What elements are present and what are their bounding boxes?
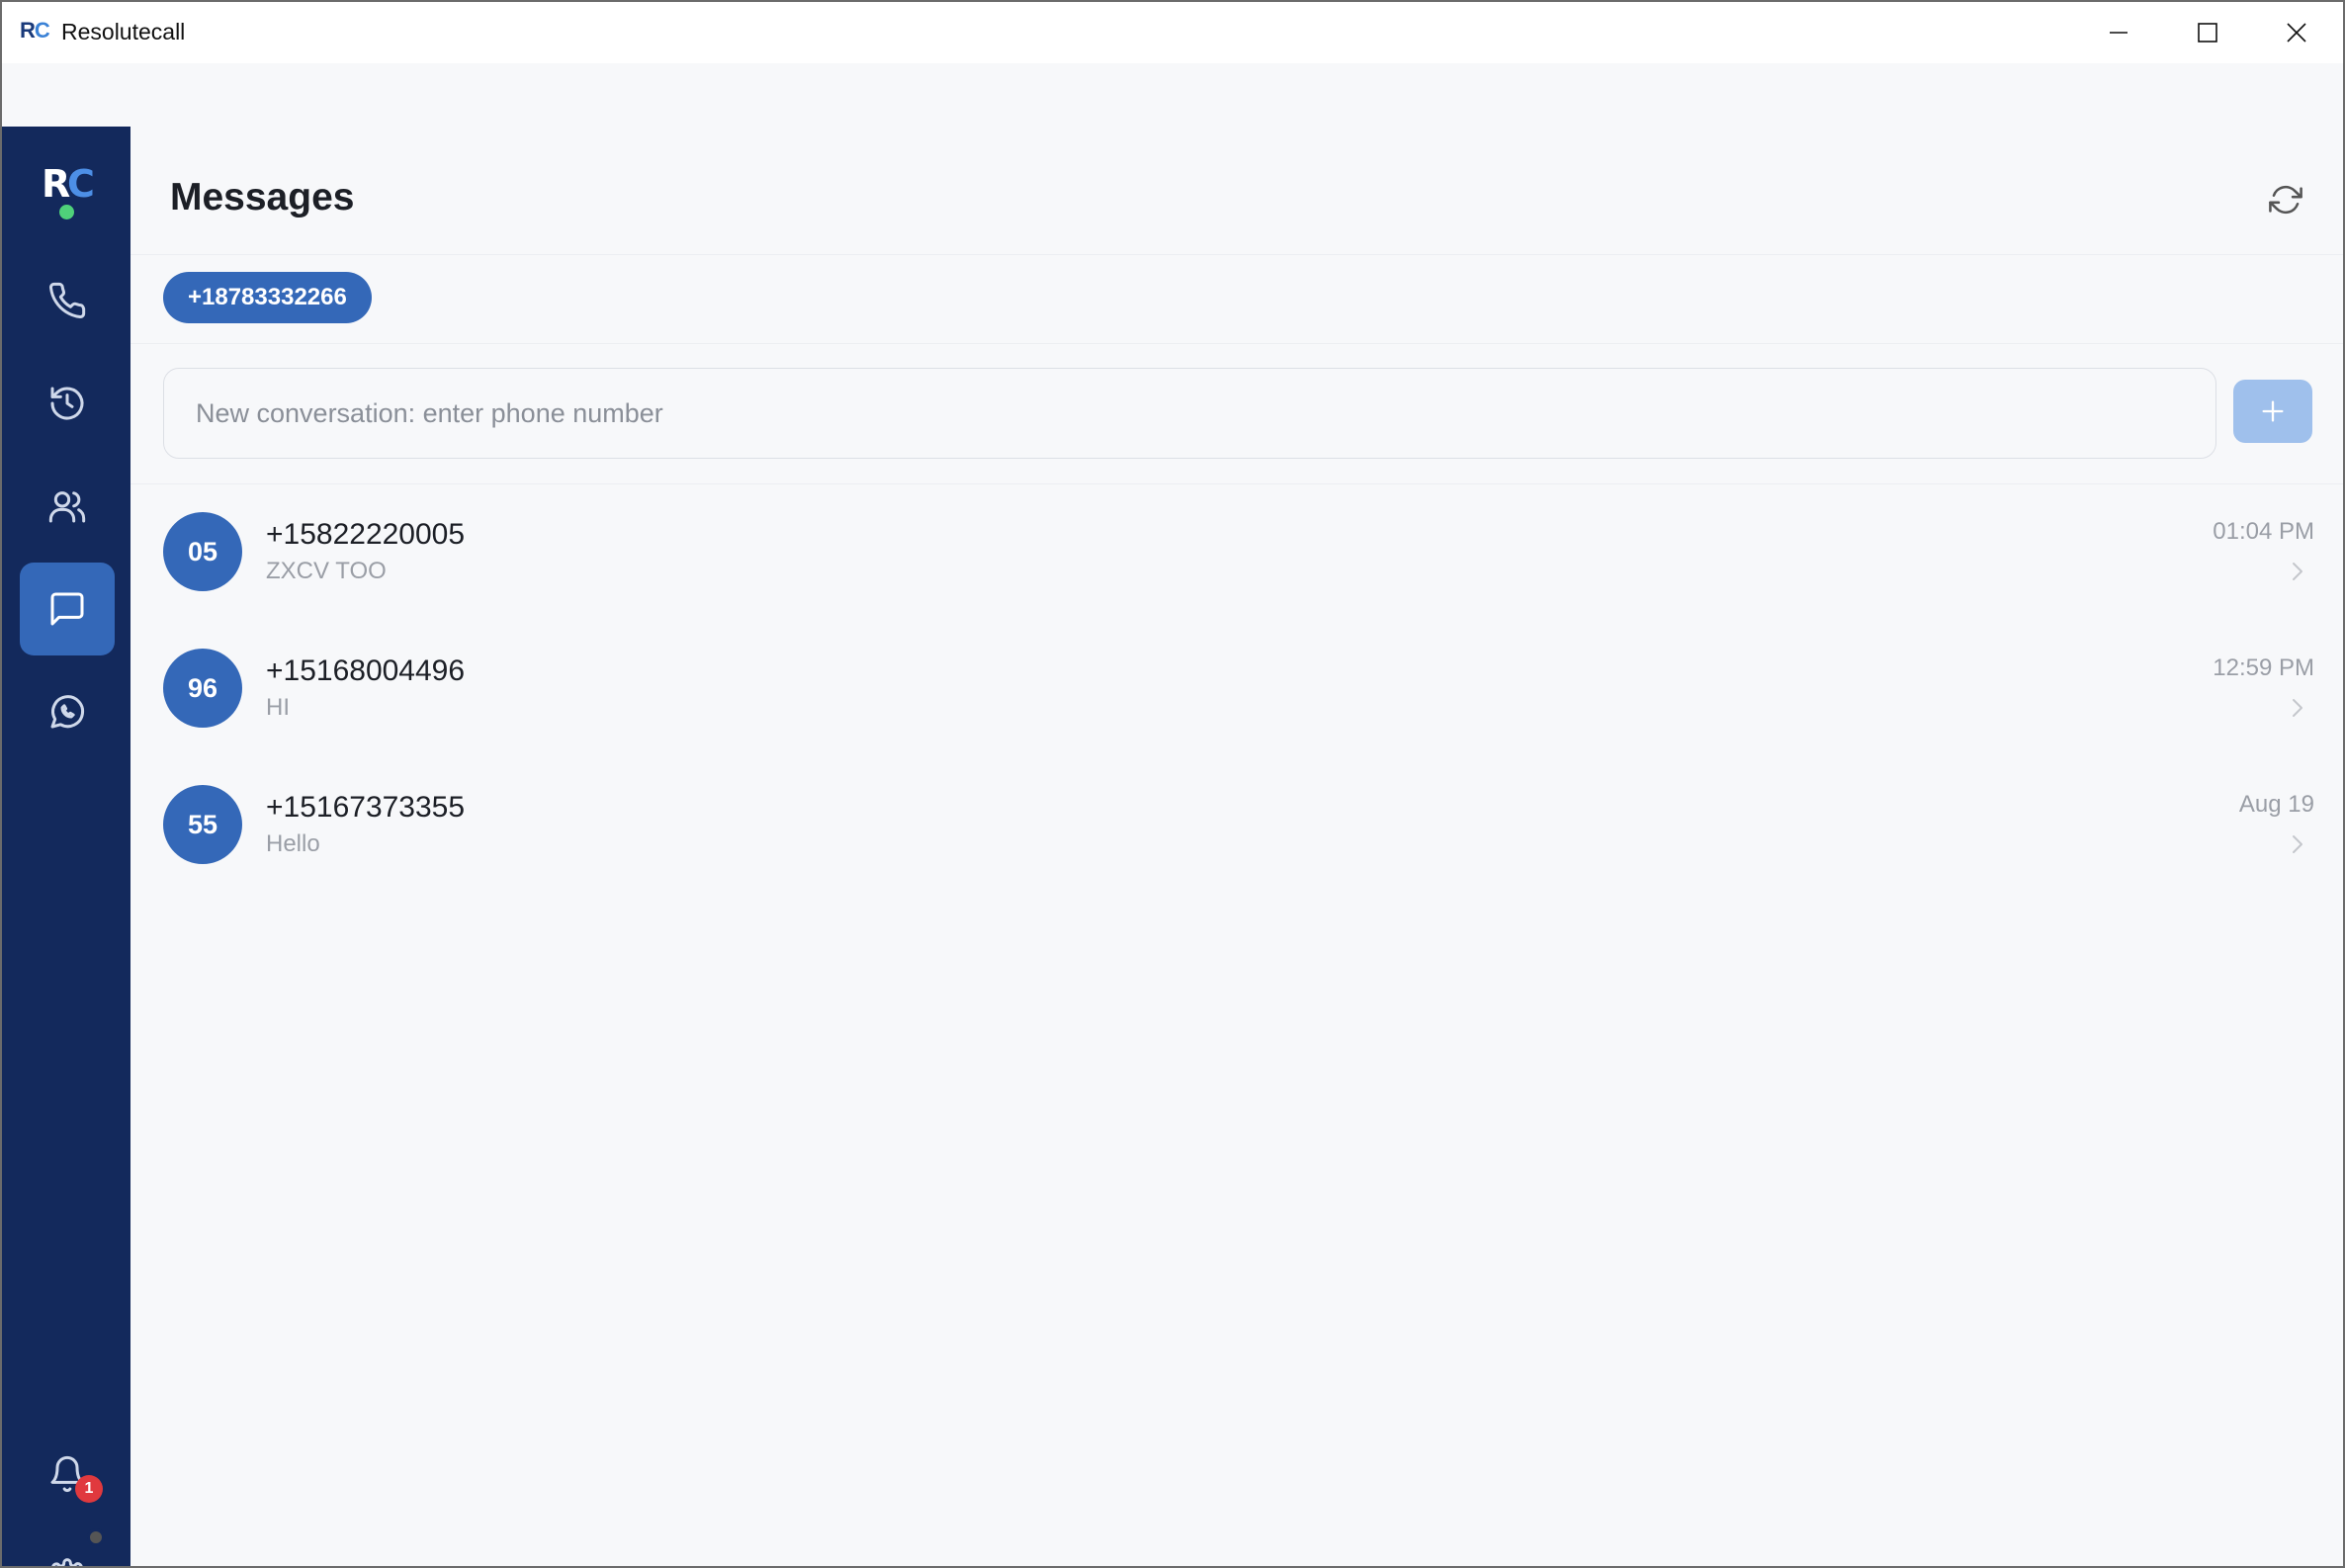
avatar: 55 (163, 785, 242, 864)
app-logo-sidebar: R C (40, 162, 99, 221)
close-button[interactable] (2252, 2, 2341, 63)
conversation-list: 05 +15822220005 ZXCV TOO 01:04 PM 96 +15… (130, 484, 2343, 894)
conversation-preview: ZXCV TOO (266, 558, 387, 584)
chevron-right-icon (2293, 835, 2302, 853)
phone-number-chip[interactable]: +18783332266 (163, 272, 372, 323)
maximize-icon (2198, 23, 2217, 43)
page-title: Messages (170, 176, 355, 218)
sidebar-item-messages[interactable] (20, 563, 115, 655)
maximize-button[interactable] (2163, 2, 2252, 63)
sidebar-item-notifications[interactable] (20, 1428, 115, 1521)
top-strip (2, 63, 2343, 127)
window-title: Resolutecall (61, 19, 186, 44)
app-logo: RC (20, 18, 50, 43)
phone-icon (49, 282, 86, 318)
title-bar[interactable]: RC Resolutecall (2, 2, 2343, 63)
sidebar-item-calls[interactable] (20, 254, 115, 347)
plus-icon (2262, 400, 2284, 422)
sidebar-item-settings[interactable] (20, 1531, 115, 1566)
whatsapp-icon (50, 695, 85, 729)
refresh-icon (2269, 185, 2302, 215)
minimize-icon (2110, 32, 2128, 34)
conversation-time: 01:04 PM (2213, 518, 2314, 545)
conversation-number: +15168004496 (266, 654, 466, 687)
new-conversation-bar (130, 344, 2343, 484)
contacts-icon (48, 491, 86, 523)
conversation-time: 12:59 PM (2213, 654, 2314, 681)
conversation-item[interactable]: 96 +15168004496 HI 12:59 PM (130, 621, 2343, 757)
conversation-item[interactable]: 55 +15167373355 Hello Aug 19 (130, 757, 2343, 894)
chevron-right-icon (2293, 563, 2302, 580)
refresh-button[interactable] (2264, 178, 2307, 221)
sidebar-item-contacts[interactable] (20, 460, 115, 553)
conversation-number: +15822220005 (266, 518, 466, 551)
avatar: 96 (163, 649, 242, 728)
app-window: RC Resolutecall R C 1 Messages +18783332… (0, 0, 2345, 1568)
panel-header: Messages (130, 127, 2343, 255)
chevron-right-icon (2293, 699, 2302, 717)
history-icon (50, 387, 84, 420)
sidebar-item-whatsapp[interactable] (20, 665, 115, 758)
close-icon (2287, 23, 2306, 43)
conversation-number: +15167373355 (266, 791, 466, 824)
gear-icon (51, 1558, 83, 1566)
add-conversation-button[interactable] (2233, 380, 2312, 443)
conversation-preview: HI (266, 694, 290, 721)
sidebar-item-history[interactable] (20, 357, 115, 450)
avatar: 05 (163, 512, 242, 591)
messages-panel: Messages +18783332266 05 +15822220005 ZX… (130, 127, 2343, 1566)
conversation-preview: Hello (266, 830, 320, 857)
conversation-item[interactable]: 05 +15822220005 ZXCV TOO 01:04 PM (130, 484, 2343, 621)
minimize-button[interactable] (2074, 2, 2163, 63)
phone-number-bar: +18783332266 (130, 255, 2343, 344)
online-status-dot (59, 205, 74, 219)
conversation-time: Aug 19 (2238, 791, 2314, 818)
message-icon (50, 592, 84, 626)
sidebar: R C 1 (2, 127, 130, 1566)
notification-badge: 1 (75, 1475, 103, 1503)
new-conversation-input[interactable] (163, 368, 2216, 459)
